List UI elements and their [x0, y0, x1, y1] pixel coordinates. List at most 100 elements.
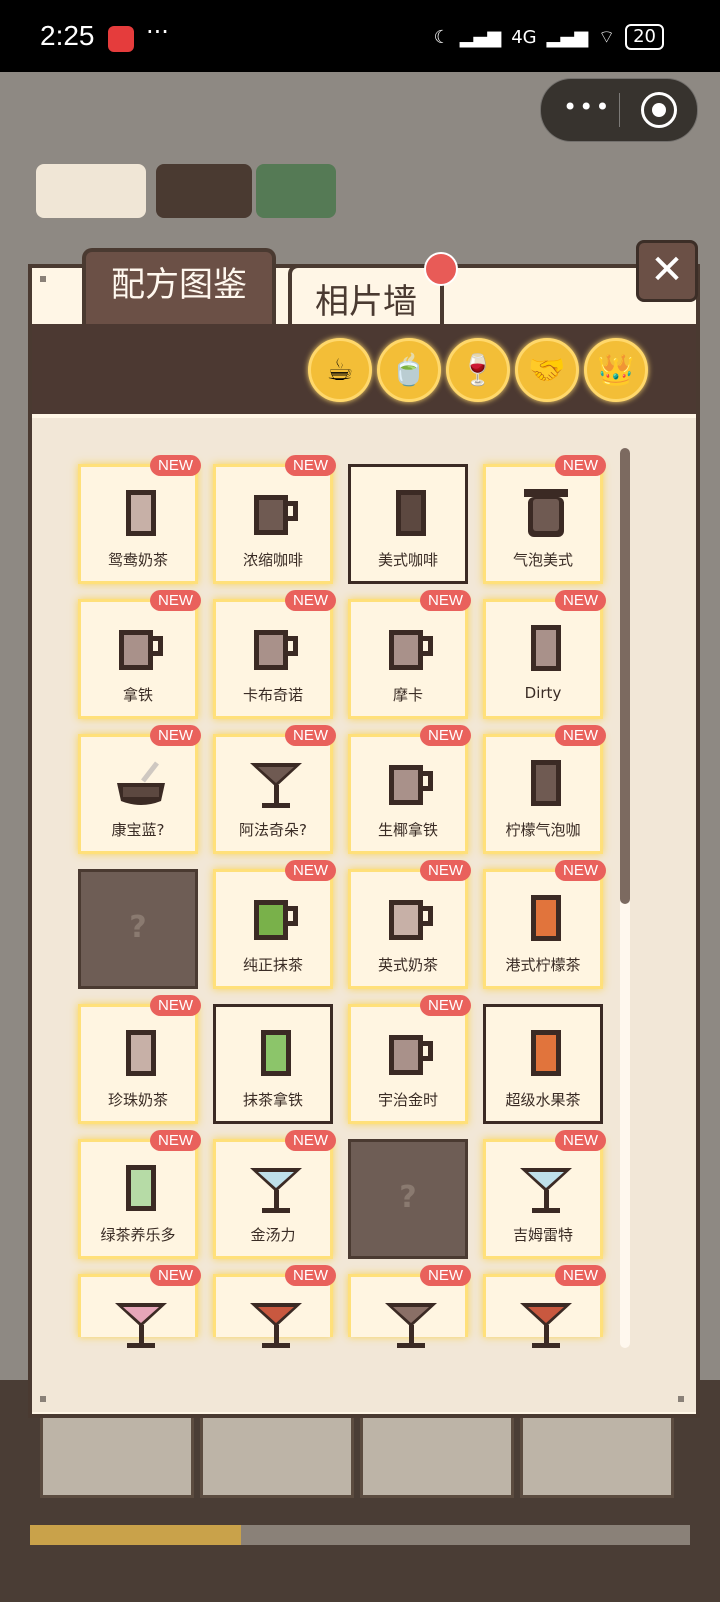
recipe-card[interactable]: 生椰拿铁 NEW [348, 725, 471, 854]
recipe-card[interactable]: 卡布奇诺 NEW [213, 590, 336, 719]
recipe-card[interactable]: NEW [213, 1265, 336, 1348]
mug-drink-icon [216, 487, 330, 541]
jar-drink-icon [486, 487, 600, 541]
recipe-card[interactable]: 美式咖啡 [348, 464, 468, 584]
new-badge: NEW [150, 455, 201, 476]
new-badge: NEW [555, 860, 606, 881]
recipe-name: 生椰拿铁 [377, 821, 438, 839]
corner-dot [40, 276, 46, 282]
miniprogram-capsule: ••• [540, 78, 698, 142]
tab-recipe-book[interactable]: 配方图鉴 [82, 248, 276, 336]
recipe-card[interactable]: Dirty NEW [483, 590, 606, 719]
app-notification-icon [108, 26, 134, 52]
locked-recipe-card[interactable]: ? [78, 869, 198, 989]
recipe-name: 吉姆雷特 [512, 1226, 573, 1244]
new-badge: NEW [420, 725, 471, 746]
recipe-name: 气泡美式 [512, 551, 573, 569]
scrollbar-thumb[interactable] [620, 448, 630, 904]
clock: 2:25 [40, 20, 95, 51]
recipe-card[interactable]: 抹茶拿铁 [213, 1004, 333, 1124]
new-badge: NEW [555, 1130, 606, 1151]
recipe-name: 金汤力 [250, 1226, 296, 1244]
more-notifications-icon: ··· [146, 18, 169, 46]
tall-drink-icon [486, 892, 600, 946]
close-button[interactable]: ✕ [636, 240, 698, 302]
wine-glass-icon[interactable]: 🍷 [446, 338, 510, 402]
recipe-card[interactable]: 拿铁 NEW [78, 590, 201, 719]
recipe-card[interactable]: 浓缩咖啡 NEW [213, 455, 336, 584]
handshake-icon[interactable]: 🤝 [515, 338, 579, 402]
recipe-card[interactable]: 阿法奇朵? NEW [213, 725, 336, 854]
new-badge: NEW [150, 590, 201, 611]
martini-drink-icon [216, 757, 330, 811]
recipe-book-modal: 配方图鉴 相片墙 ☕ 🍵 🍷 🤝 👑 鸳鸯奶茶 NEW 浓缩咖啡 NEW 美式咖啡 气泡美… [28, 248, 700, 1418]
status-bar: 2:25 ··· ☾ ▂▄▆ 4G ▂▄▆ ⌔ 20 [0, 0, 720, 72]
battery-icon: 20 [625, 24, 664, 50]
tall-drink-icon [351, 487, 465, 541]
crown-icon[interactable]: 👑 [584, 338, 648, 402]
new-badge: NEW [420, 1265, 471, 1286]
recipe-card[interactable]: 超级水果茶 [483, 1004, 603, 1124]
recipe-name: 卡布奇诺 [242, 686, 303, 704]
progress-fill [30, 1525, 242, 1545]
scrollbar[interactable] [620, 448, 630, 1348]
more-button[interactable]: ••• [563, 93, 611, 121]
recipe-card[interactable]: 绿茶养乐多 NEW [78, 1130, 201, 1259]
recipe-card[interactable]: 英式奶茶 NEW [348, 860, 471, 989]
recipe-card[interactable]: NEW [348, 1265, 471, 1348]
new-badge: NEW [150, 1130, 201, 1151]
recipe-card[interactable]: 吉姆雷特 NEW [483, 1130, 606, 1259]
recipe-card[interactable]: 气泡美式 NEW [483, 455, 606, 584]
notification-dot [424, 252, 458, 286]
tall-drink-icon [216, 1027, 330, 1081]
tall-drink-icon [81, 1162, 195, 1216]
mug-drink-icon [351, 892, 465, 946]
martini-drink-icon [216, 1297, 330, 1351]
tall-drink-icon [486, 1027, 600, 1081]
recipe-card[interactable]: 柠檬气泡咖 NEW [483, 725, 606, 854]
signal-icon: ▂▄▆ [459, 26, 502, 48]
recipe-card[interactable]: 珍珠奶茶 NEW [78, 995, 201, 1124]
recipe-card[interactable]: 康宝蓝? NEW [78, 725, 201, 854]
mug-drink-icon [216, 892, 330, 946]
recipe-card[interactable]: 摩卡 NEW [348, 590, 471, 719]
martini-drink-icon [81, 1297, 195, 1351]
tall-drink-icon [486, 622, 600, 676]
new-badge: NEW [555, 1265, 606, 1286]
recipe-card[interactable]: NEW [78, 1265, 201, 1348]
new-badge: NEW [555, 455, 606, 476]
tall-drink-icon [486, 757, 600, 811]
new-badge: NEW [420, 590, 471, 611]
locked-recipe-card[interactable]: ? [348, 1139, 468, 1259]
tea-cup-icon[interactable]: 🍵 [377, 338, 441, 402]
tall-drink-icon [81, 1027, 195, 1081]
new-badge: NEW [285, 1265, 336, 1286]
recipe-name: 超级水果茶 [505, 1091, 581, 1109]
tall-drink-icon [81, 487, 195, 541]
recipe-name: 康宝蓝? [111, 821, 165, 839]
close-miniprogram-button[interactable] [641, 92, 677, 128]
new-badge: NEW [285, 590, 336, 611]
recipe-name: 抹茶拿铁 [242, 1091, 303, 1109]
corner-dot [678, 1396, 684, 1402]
recipe-card[interactable]: NEW [483, 1265, 606, 1348]
recipe-card[interactable]: 纯正抹茶 NEW [213, 860, 336, 989]
recipe-name: 港式柠檬茶 [505, 956, 581, 974]
recipe-name: 浓缩咖啡 [242, 551, 303, 569]
recipe-name: 拿铁 [122, 686, 153, 704]
moon-icon: ☾ [433, 26, 450, 48]
recipe-name: Dirty [524, 684, 562, 702]
coffee-cup-icon[interactable]: ☕ [308, 338, 372, 402]
martini-drink-icon [486, 1297, 600, 1351]
new-badge: NEW [555, 725, 606, 746]
recipe-name: 绿茶养乐多 [100, 1226, 176, 1244]
recipe-card[interactable]: 鸳鸯奶茶 NEW [78, 455, 201, 584]
recipe-card[interactable]: 金汤力 NEW [213, 1130, 336, 1259]
recipe-card[interactable]: 港式柠檬茶 NEW [483, 860, 606, 989]
wifi-icon: ⌔ [598, 26, 616, 48]
new-badge: NEW [150, 995, 201, 1016]
mug-drink-icon [351, 1027, 465, 1081]
new-badge: NEW [285, 1130, 336, 1151]
recipe-name: 珍珠奶茶 [107, 1091, 168, 1109]
recipe-card[interactable]: 宇治金时 NEW [348, 995, 471, 1124]
